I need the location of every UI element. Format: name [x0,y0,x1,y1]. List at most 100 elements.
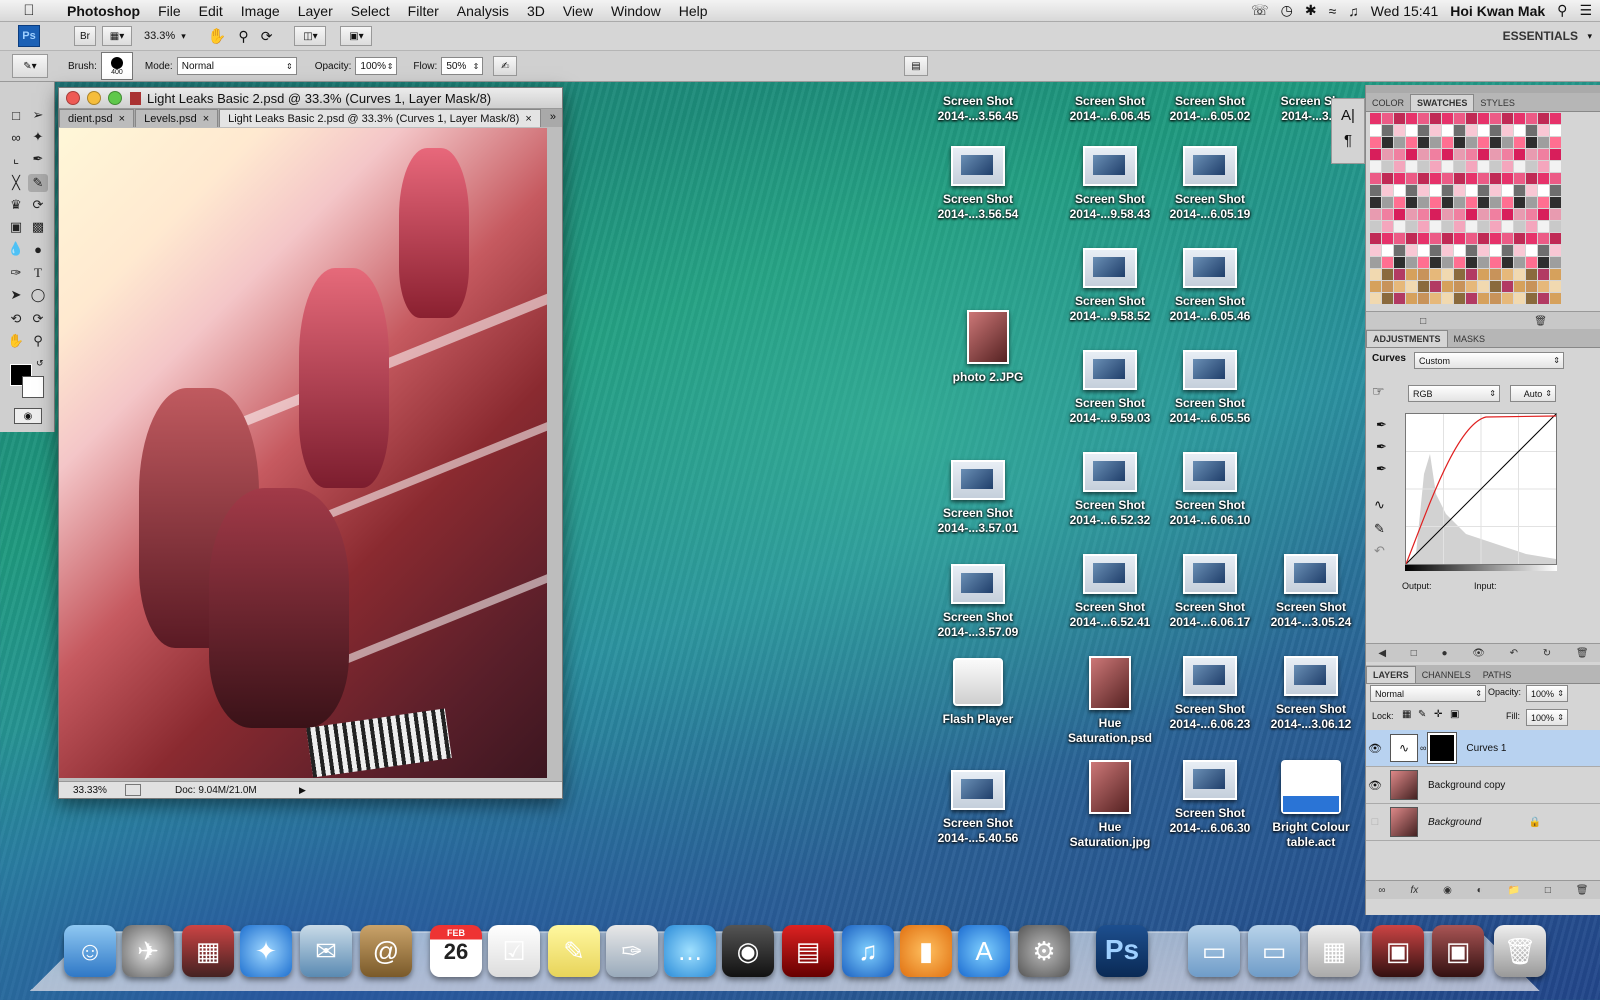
desktop-icon-item[interactable]: Screen Shot 2014-...6.06.10 [1162,452,1258,528]
photo-booth-red-icon[interactable]: ▤ [782,925,834,977]
swatch-cell[interactable] [1478,125,1489,136]
layer-row-background-copy[interactable]: 👁 Background copy [1366,767,1600,804]
delete-layer-icon[interactable]: 🗑 [1576,885,1589,896]
desktop-icon-item[interactable]: Hue Saturation.psd [1062,656,1158,746]
swatch-cell[interactable] [1454,197,1465,208]
tab-adjustments[interactable]: ADJUSTMENTS [1366,330,1448,347]
swatch-cell[interactable] [1442,185,1453,196]
swatch-cell[interactable] [1466,245,1477,256]
swatch-cell[interactable] [1466,149,1477,160]
reset-icon[interactable]: ↻ [1543,648,1551,659]
swatch-cell[interactable] [1490,209,1501,220]
desktop-icon-item[interactable]: Screen Shot 2014-...6.05.02 [1162,94,1258,124]
swatch-cell[interactable] [1538,209,1549,220]
documents-folder-icon[interactable]: ▭ [1248,925,1300,977]
swatch-cell[interactable] [1526,113,1537,124]
swatch-cell[interactable] [1418,185,1429,196]
swatch-cell[interactable] [1550,173,1561,184]
swatch-cell[interactable] [1454,125,1465,136]
eyedropper-tool-icon[interactable]: ✒ [28,150,48,168]
swatch-cell[interactable] [1490,269,1501,280]
swatch-cell[interactable] [1514,173,1525,184]
finder-icon[interactable]: ☺ [64,925,116,977]
swatch-cell[interactable] [1454,185,1465,196]
swatch-cell[interactable] [1382,269,1393,280]
desktop-icon-item[interactable]: Screen Shot 2014-...3.05.24 [1263,554,1359,630]
layer-blend-mode-select[interactable]: Normal [1370,685,1486,702]
psd-stack-icon[interactable]: ▣ [1432,925,1484,977]
swatch-cell[interactable] [1430,257,1441,268]
document-title-bar[interactable]: Light Leaks Basic 2.psd @ 33.3% (Curves … [59,88,562,109]
layer-mask-thumbnail[interactable] [1427,732,1458,764]
desktop-icon-item[interactable]: Screen Shot 2014-...6.05.19 [1162,146,1258,222]
zoom-dropdown-icon[interactable]: ▾ [181,31,186,42]
hand-tool-icon[interactable]: ✋ [208,27,227,45]
desktop-icon-item[interactable]: Screen Shot 2014-...3.06.12 [1263,656,1359,732]
rotate-view-icon[interactable]: ⟳ [261,28,273,45]
swatch-cell[interactable] [1550,197,1561,208]
swatch-cell[interactable] [1406,161,1417,172]
swatch-cell[interactable] [1370,257,1381,268]
tab-paths[interactable]: PATHS [1477,667,1518,683]
swatch-cell[interactable] [1490,221,1501,232]
zoom-level-select[interactable]: 33.3% [144,30,175,42]
swatch-cell[interactable] [1478,245,1489,256]
desktop-icon-item[interactable]: Screen Shot 2014-...9.58.43 [1062,146,1158,222]
swatch-cell[interactable] [1514,197,1525,208]
swatch-cell[interactable] [1418,293,1429,304]
eraser-tool-icon[interactable]: ▣ [6,218,26,236]
swatch-cell[interactable] [1442,137,1453,148]
white-point-eyedropper-icon[interactable]: ✒ [1376,461,1387,477]
swatch-cell[interactable] [1514,161,1525,172]
tool-preset-picker[interactable]: ✎▾ [12,54,48,78]
swatch-cell[interactable] [1478,221,1489,232]
swatch-cell[interactable] [1418,173,1429,184]
tab-styles[interactable]: STYLES [1474,95,1521,111]
swatch-cell[interactable] [1526,173,1537,184]
swatch-cell[interactable] [1502,281,1513,292]
swatch-cell[interactable] [1394,161,1405,172]
swatch-cell[interactable] [1550,161,1561,172]
clock[interactable]: Wed 15:41 [1371,3,1438,19]
notification-center-icon[interactable]: ☰ [1579,2,1592,19]
swatch-cell[interactable] [1418,197,1429,208]
swatch-cell[interactable] [1406,221,1417,232]
tab-swatches[interactable]: SWATCHES [1410,94,1475,111]
gradient-tool-icon[interactable]: ▩ [28,218,48,236]
swatch-cell[interactable] [1526,149,1537,160]
swatch-cell[interactable] [1526,269,1537,280]
curves-graph[interactable] [1405,413,1557,565]
swatch-cell[interactable] [1394,233,1405,244]
swatch-cell[interactable] [1382,161,1393,172]
close-window-button[interactable] [66,91,80,105]
swatch-cell[interactable] [1454,149,1465,160]
curve-edit-points-icon[interactable]: ∿ [1374,497,1385,513]
swatch-cell[interactable] [1454,293,1465,304]
menu-edit[interactable]: Edit [190,3,232,19]
swatch-cell[interactable] [1502,233,1513,244]
swatch-cell[interactable] [1490,113,1501,124]
swatch-cell[interactable] [1514,293,1525,304]
swatch-cell[interactable] [1454,257,1465,268]
swatch-cell[interactable] [1466,125,1477,136]
panel-collapse-bar[interactable] [1366,85,1600,93]
swatch-cell[interactable] [1382,245,1393,256]
swatch-cell[interactable] [1550,293,1561,304]
swatch-cell[interactable] [1454,137,1465,148]
swatch-cell[interactable] [1370,125,1381,136]
swatch-cell[interactable] [1430,113,1441,124]
swatch-cell[interactable] [1526,137,1537,148]
swatch-cell[interactable] [1478,173,1489,184]
black-point-eyedropper-icon[interactable]: ✒ [1376,417,1387,433]
volume-icon[interactable]: ♫ [1348,3,1359,19]
swatch-cell[interactable] [1418,161,1429,172]
swatch-cell[interactable] [1394,257,1405,268]
swatch-cell[interactable] [1514,125,1525,136]
swatch-cell[interactable] [1478,161,1489,172]
messages-icon[interactable]: … [664,925,716,977]
contacts-icon[interactable]: @ [360,925,412,977]
app-store-icon[interactable]: A [958,925,1010,977]
menu-filter[interactable]: Filter [399,3,448,19]
swatch-cell[interactable] [1526,281,1537,292]
desktop-icon-item[interactable]: Screen Shot 2014-...6.52.32 [1062,452,1158,528]
